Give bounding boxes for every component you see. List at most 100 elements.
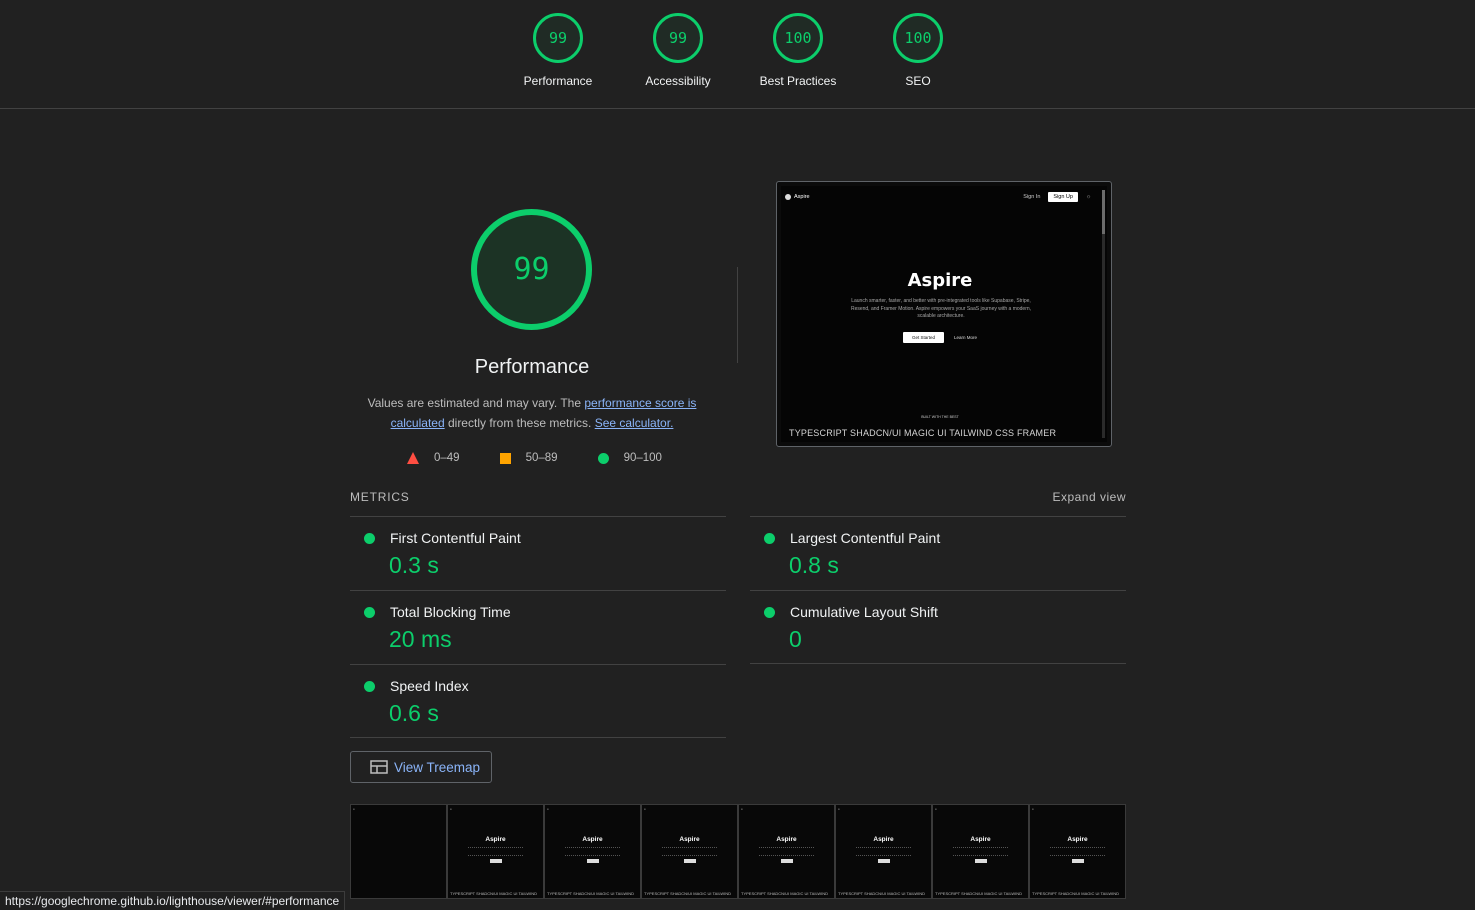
metric-value: 0.3 s [389, 552, 439, 578]
gauge-label: Best Practices [759, 74, 837, 88]
gauge-ring: 99 [533, 13, 583, 63]
frame-text-lines [468, 847, 523, 856]
square-icon [499, 452, 511, 464]
legend-fail: 0–49 [407, 452, 460, 464]
filmstrip-frame: ● Aspire TYPESCRIPT SHADCN/UI MAGIC UI T… [1029, 804, 1126, 899]
circle-icon [597, 452, 609, 464]
preview-get-started: Get Started [902, 332, 944, 343]
gauge-ring: 99 [653, 13, 703, 63]
frame-nav-dot: ● [353, 807, 355, 811]
view-treemap-button[interactable]: View Treemap [350, 751, 492, 783]
filmstrip-frame: ● Aspire TYPESCRIPT SHADCN/UI MAGIC UI T… [641, 804, 738, 899]
frame-button [490, 859, 502, 863]
pass-circle-icon [364, 533, 375, 544]
pass-circle-icon [764, 533, 775, 544]
gauge-label: Performance [523, 74, 593, 88]
preview-hero-buttons: Get Started Learn More [781, 332, 1099, 343]
frame-text-lines [759, 847, 814, 856]
screenshot-canvas: Aspire Sign In Sign Up ☼ Aspire Launch s… [781, 186, 1107, 442]
performance-description: Values are estimated and may vary. The p… [352, 393, 712, 433]
metric-value: 0.8 s [789, 552, 839, 578]
preview-scrollbar-thumb [1102, 190, 1105, 234]
view-treemap-label: View Treemap [394, 759, 481, 775]
metric-speed-index: Speed Index 0.6 s [350, 664, 726, 738]
category-scores-bar: 99 Performance 99 Accessibility 100 Best… [0, 0, 1475, 109]
metric-name: Speed Index [390, 678, 469, 694]
performance-title: Performance [474, 356, 590, 378]
frame-title: Aspire [485, 836, 506, 843]
metric-value: 0.6 s [389, 700, 439, 726]
frame-button [684, 859, 696, 863]
preview-hero-text: Launch smarter, faster, and better with … [850, 298, 1032, 319]
metric-value: 0 [789, 626, 802, 652]
frame-button [587, 859, 599, 863]
preview-tech-marquee: TYPESCRIPT SHADCN/UI MAGIC UI TAILWIND C… [789, 428, 1057, 438]
frame-title: Aspire [582, 836, 603, 843]
filmstrip-frame: ● Aspire TYPESCRIPT SHADCN/UI MAGIC UI T… [932, 804, 1029, 899]
final-screenshot[interactable]: Aspire Sign In Sign Up ☼ Aspire Launch s… [776, 181, 1112, 447]
desc-text-1: Values are estimated and may vary. The [367, 396, 585, 410]
frame-text-lines [662, 847, 717, 856]
legend-pass-label: 90–100 [623, 452, 662, 464]
frame-nav-dot: ● [450, 807, 452, 811]
frame-text-lines [856, 847, 911, 856]
metric-total-blocking-time: Total Blocking Time 20 ms [350, 590, 726, 664]
frame-nav-dot: ● [838, 807, 840, 811]
frame-text-lines [565, 847, 620, 856]
frame-marquee: TYPESCRIPT SHADCN/UI MAGIC UI TAILWIND [741, 891, 829, 896]
score-legend: 0–49 50–89 90–100 [407, 452, 702, 464]
performance-gauge: 99 [471, 209, 592, 330]
preview-brand: Aspire [794, 194, 810, 200]
preview-scrollbar [1102, 190, 1105, 438]
metrics-divider [750, 663, 1126, 664]
metric-name: First Contentful Paint [390, 530, 521, 546]
preview-built-with: BUILT WITH THE BEST [921, 415, 959, 419]
metric-largest-contentful-paint: Largest Contentful Paint 0.8 s [750, 516, 1126, 590]
see-calculator-link[interactable]: See calculator. [595, 416, 674, 430]
frame-button [781, 859, 793, 863]
frame-marquee: TYPESCRIPT SHADCN/UI MAGIC UI TAILWIND [935, 891, 1023, 896]
performance-score: 99 [513, 252, 550, 287]
gauge-accessibility[interactable]: 99 Accessibility [618, 13, 738, 88]
frame-nav-dot: ● [1032, 807, 1034, 811]
gauge-label: Accessibility [645, 74, 711, 88]
triangle-icon [407, 452, 419, 464]
frame-text-lines [1050, 847, 1105, 856]
logo-icon [785, 194, 791, 200]
legend-fail-label: 0–49 [434, 452, 460, 464]
preview-sign-in: Sign In [1023, 194, 1041, 200]
treemap-icon [370, 760, 388, 774]
metric-name: Cumulative Layout Shift [790, 604, 938, 620]
status-bar-url: https://googlechrome.github.io/lighthous… [0, 891, 346, 910]
gauge-label: SEO [905, 74, 931, 88]
gauge-score: 99 [668, 29, 688, 47]
metric-name: Largest Contentful Paint [790, 530, 941, 546]
gauge-performance[interactable]: 99 Performance [498, 13, 618, 88]
preview-nav: Aspire Sign In Sign Up ☼ [785, 192, 1091, 202]
frame-button [1072, 859, 1084, 863]
frame-button [975, 859, 987, 863]
gauge-ring: 100 [893, 13, 943, 63]
filmstrip-frame: ● Aspire TYPESCRIPT SHADCN/UI MAGIC UI T… [447, 804, 544, 899]
gauge-best-practices[interactable]: 100 Best Practices [738, 13, 858, 88]
gauge-score: 100 [784, 29, 812, 47]
frame-marquee: TYPESCRIPT SHADCN/UI MAGIC UI TAILWIND [450, 891, 538, 896]
preview-sign-up: Sign Up [1048, 192, 1078, 202]
metrics-label: METRICS [350, 490, 410, 504]
frame-marquee: TYPESCRIPT SHADCN/UI MAGIC UI TAILWIND [838, 891, 926, 896]
expand-view-toggle[interactable]: Expand view [1052, 490, 1126, 504]
pass-circle-icon [364, 681, 375, 692]
frame-title: Aspire [776, 836, 797, 843]
desc-text-2: directly from these metrics. [444, 416, 595, 430]
gauge-score: 100 [904, 29, 932, 47]
filmstrip-frame: ● Aspire TYPESCRIPT SHADCN/UI MAGIC UI T… [835, 804, 932, 899]
preview-learn-more: Learn More [954, 335, 978, 340]
metrics-divider [350, 737, 726, 738]
legend-average-label: 50–89 [525, 452, 558, 464]
frame-nav-dot: ● [935, 807, 937, 811]
frame-marquee: TYPESCRIPT SHADCN/UI MAGIC UI TAILWIND [1032, 891, 1120, 896]
preview-hero-title: Aspire [907, 270, 973, 291]
pass-circle-icon [764, 607, 775, 618]
gauge-seo[interactable]: 100 SEO [858, 13, 978, 88]
pass-circle-icon [364, 607, 375, 618]
